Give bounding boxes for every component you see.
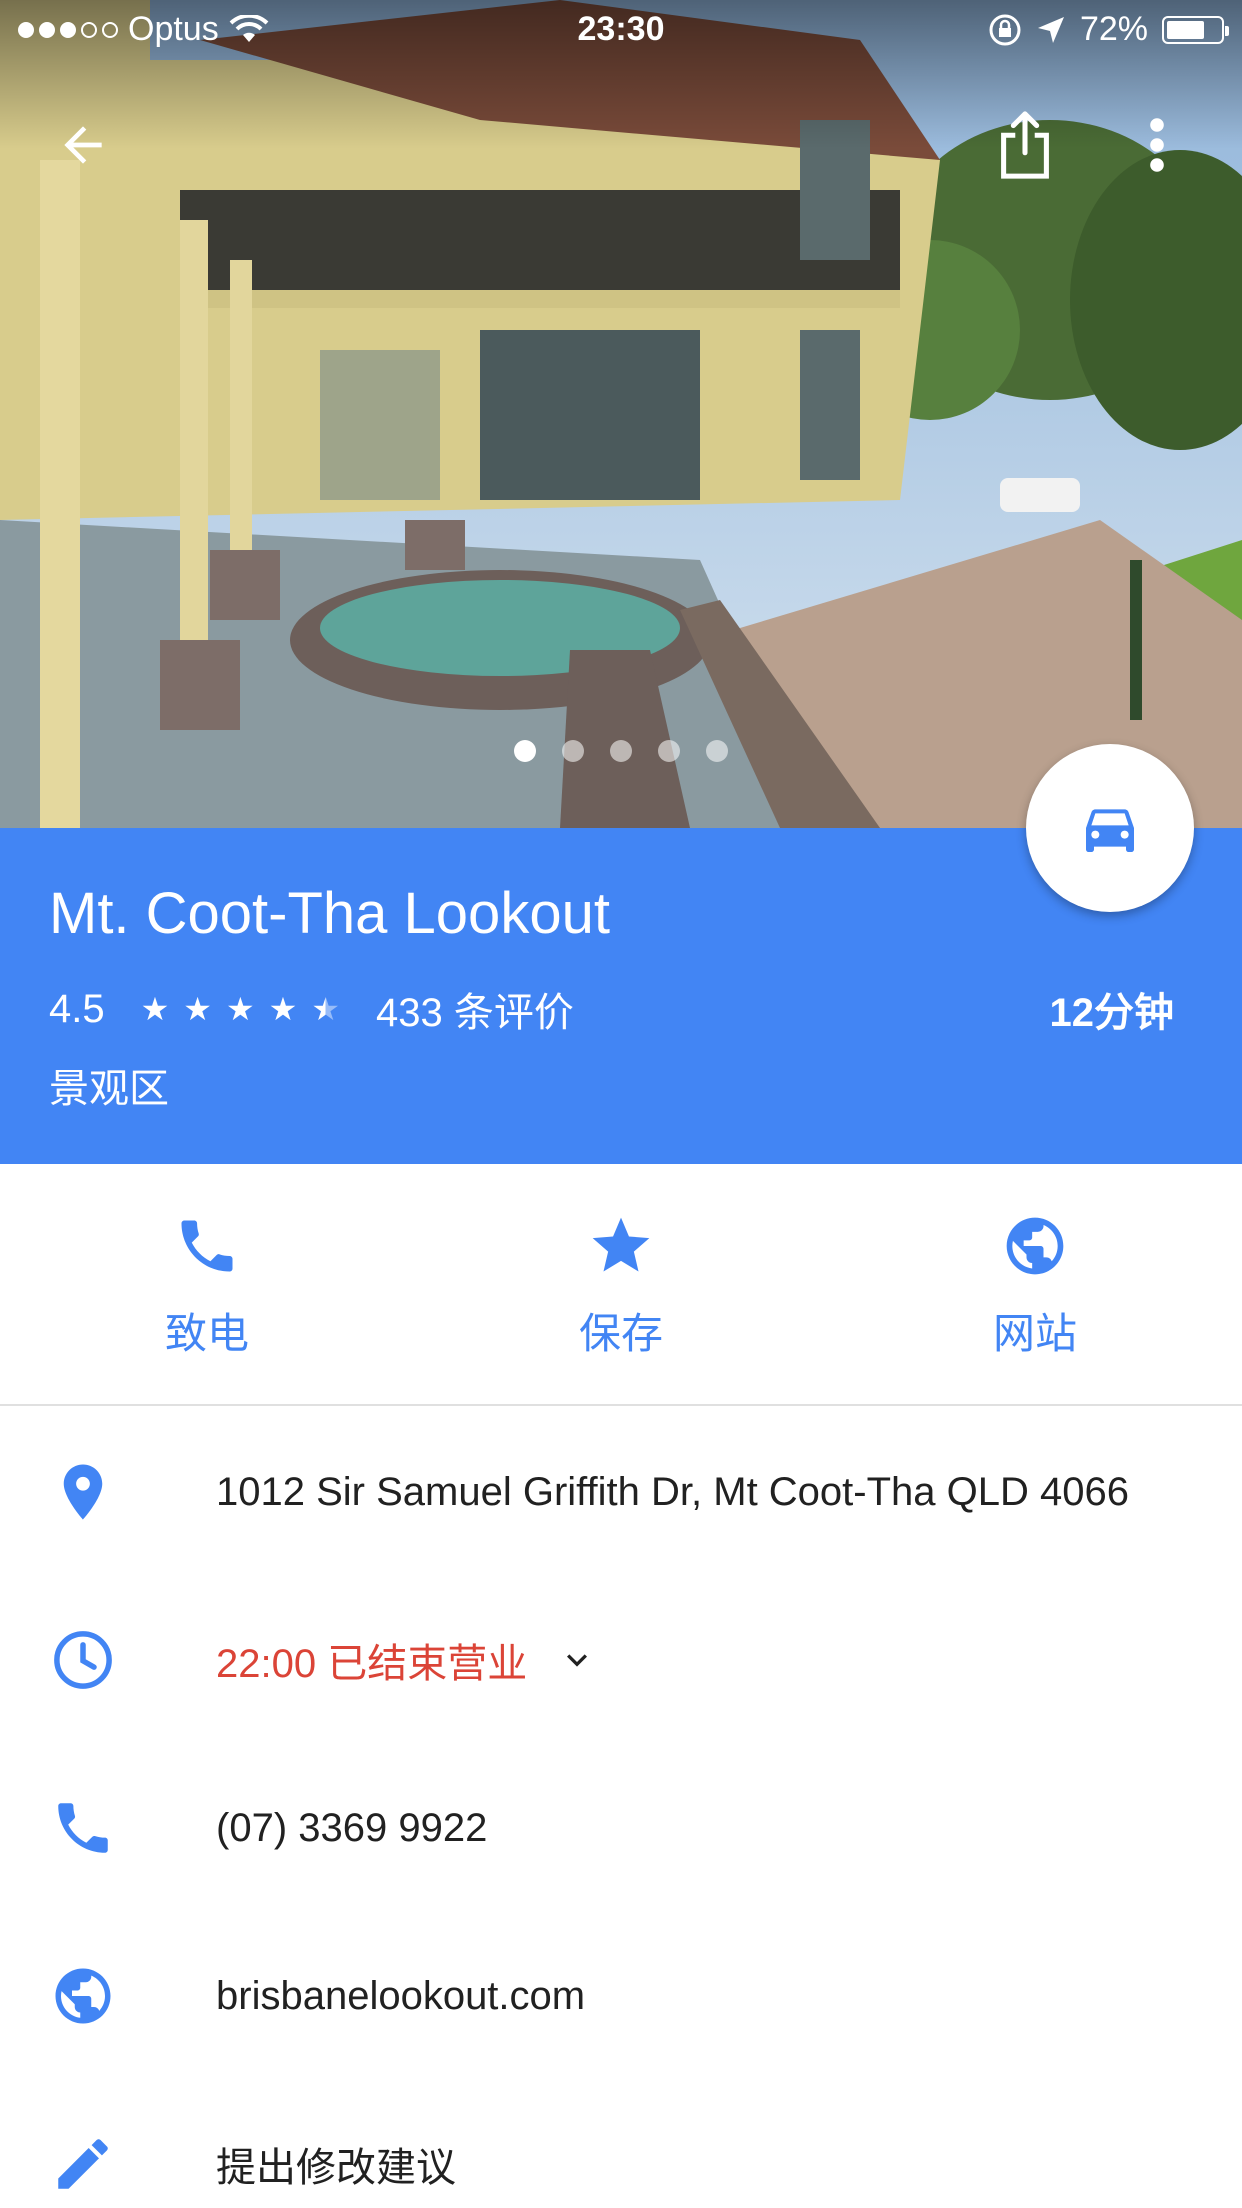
globe-icon: [1006, 1217, 1064, 1275]
clock-icon: [54, 1631, 112, 1689]
more-options-button[interactable]: [1122, 110, 1192, 180]
pager-dot[interactable]: [562, 740, 584, 762]
pager-dot[interactable]: [658, 740, 680, 762]
drive-time: 12分钟: [1049, 991, 1175, 1035]
star-rating: ★ ★ ★ ★ ★: [141, 993, 340, 1025]
website-button[interactable]: 网站: [828, 1164, 1242, 1404]
call-label: 致电: [164, 1310, 249, 1357]
battery-percent: 72%: [1079, 10, 1148, 48]
share-icon: [1001, 111, 1049, 179]
action-bar: 致电 保存 网站: [0, 1164, 1242, 1406]
star-full-icon: ★: [183, 991, 212, 1027]
status-bar: Optus 23:30 72%: [0, 0, 1242, 60]
star-full-icon: ★: [225, 991, 255, 1027]
phone-icon: [181, 1220, 233, 1272]
chevron-down-icon[interactable]: [557, 1640, 597, 1680]
back-button[interactable]: [48, 110, 118, 180]
suggest-edit-text: 提出修改建议: [216, 2146, 456, 2190]
place-title: Mt. Coot-Tha Lookout: [49, 881, 610, 946]
pencil-icon: [58, 2139, 108, 2189]
pager-dot[interactable]: [610, 740, 632, 762]
suggest-edit-row[interactable]: 提出修改建议: [0, 2080, 1242, 2208]
star-full-icon: ★: [140, 991, 170, 1027]
address-text: 1012 Sir Samuel Griffith Dr, Mt Coot-Tha…: [216, 1469, 1129, 1514]
place-photo-carousel[interactable]: Optus 23:30 72%: [0, 0, 1242, 828]
save-button[interactable]: 保存: [414, 1164, 828, 1404]
photo-pager[interactable]: [0, 740, 1242, 762]
website-label: 网站: [992, 1310, 1077, 1357]
place-category: 景观区: [49, 1067, 169, 1111]
share-button[interactable]: [990, 110, 1060, 180]
pager-dot[interactable]: [514, 740, 536, 762]
website-url: brisbanelookout.com: [216, 1973, 586, 2018]
hours-status: 22:00 已结束营业: [216, 1642, 528, 1686]
star-icon: [592, 1217, 650, 1272]
battery-icon: [1162, 15, 1229, 44]
rotation-lock-icon: [989, 14, 1021, 45]
star-half-icon: ★: [311, 991, 341, 1027]
website-row[interactable]: brisbanelookout.com: [0, 1912, 1242, 2080]
phone-row[interactable]: (07) 3369 9922: [0, 1744, 1242, 1912]
address-row[interactable]: 1012 Sir Samuel Griffith Dr, Mt Coot-Tha…: [0, 1408, 1242, 1576]
more-vert-icon: [1150, 118, 1164, 172]
phone-number: (07) 3369 9922: [216, 1805, 488, 1850]
hours-row[interactable]: 22:00 已结束营业: [0, 1576, 1242, 1744]
rating-value: 4.5: [49, 986, 105, 1031]
arrow-back-icon: [64, 126, 102, 164]
location-arrow-icon: [1037, 16, 1064, 43]
call-button[interactable]: 致电: [0, 1164, 414, 1404]
rating-row[interactable]: 4.5 ★ ★ ★ ★ ★ 433 条评价: [49, 980, 574, 1038]
pager-dot[interactable]: [706, 740, 728, 762]
star-full-icon: ★: [268, 991, 298, 1027]
save-label: 保存: [578, 1310, 663, 1357]
location-pin-icon: [63, 1464, 103, 1520]
review-count: 433 条评价: [376, 991, 574, 1035]
directions-button[interactable]: [1026, 744, 1194, 912]
car-icon: [1086, 809, 1134, 852]
phone-icon: [58, 1803, 108, 1853]
globe-icon: [55, 1968, 111, 2024]
